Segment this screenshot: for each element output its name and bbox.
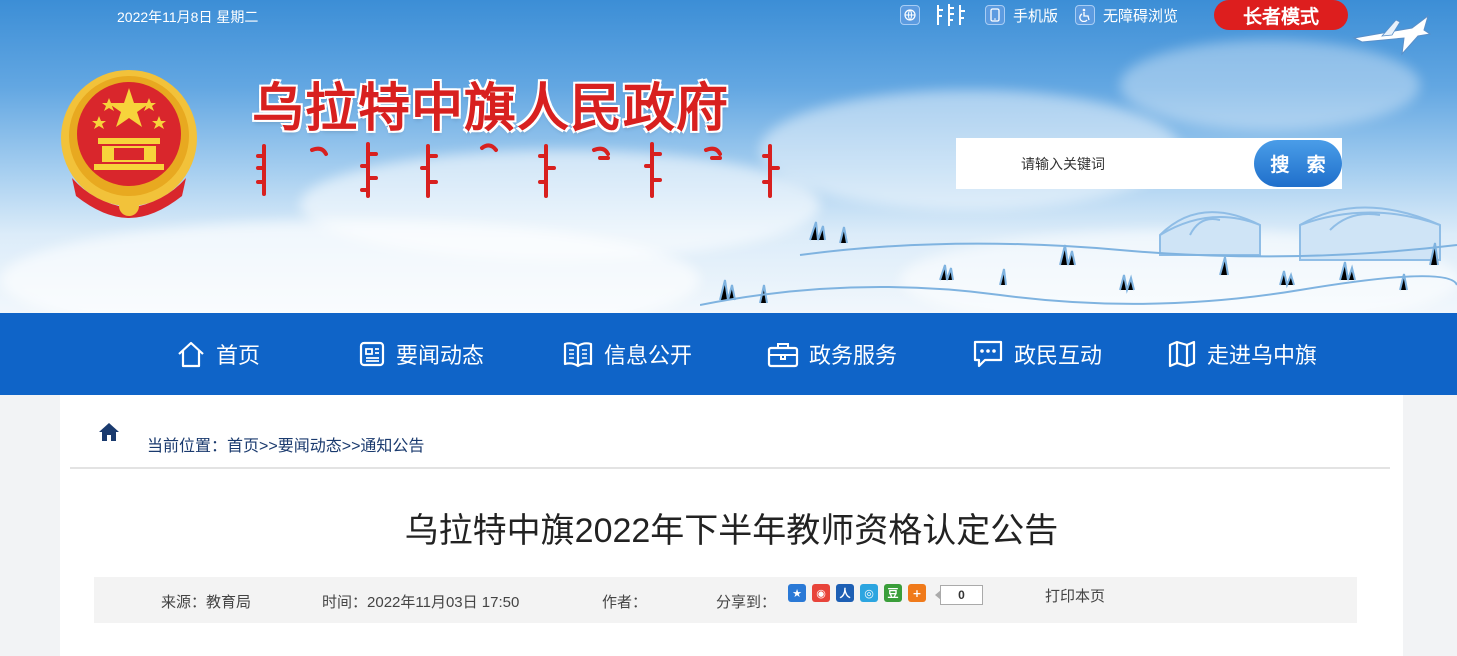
grassland-yurt-illustration [700, 206, 1457, 306]
print-page-link[interactable]: 打印本页 [1045, 585, 1105, 606]
breadcrumb-prefix: 当前位置： [147, 438, 228, 455]
author-label: 作者： [602, 594, 648, 611]
renren-share-icon[interactable]: 人 [836, 584, 854, 602]
breadcrumb-divider [70, 467, 1390, 469]
wheelchair-icon [1075, 5, 1095, 25]
nav-item-label: 政务服务 [809, 343, 898, 368]
breadcrumb-item-notices[interactable]: 通知公告 [360, 438, 424, 455]
time-value: 2022年11月03日 17:50 [367, 594, 520, 611]
time-label: 时间： [322, 594, 368, 611]
nav-item-interaction[interactable]: 政民互动 [972, 313, 1102, 395]
search-button[interactable]: 搜 索 [1254, 140, 1342, 187]
home-icon [178, 341, 204, 368]
douban-share-icon[interactable]: 豆 [884, 584, 902, 602]
article-title: 乌拉特中旗2022年下半年教师资格认定公告 [404, 512, 1059, 550]
elder-mode-button[interactable]: 长者模式 [1214, 0, 1348, 30]
book-icon [563, 342, 593, 368]
share-icons: ★ ◉ 人 ◎ 豆 + [788, 584, 926, 602]
main-nav: 首页 要闻动态 信息公开 政务服务 政民互动 走进乌中旗 [0, 313, 1457, 395]
article-container: 当前位置：首页>>要闻动态>>通知公告 乌拉特中旗2022年下半年教师资格认定公… [60, 395, 1403, 656]
qzone-share-icon[interactable]: ★ [788, 584, 806, 602]
mobile-phone-icon [985, 5, 1005, 25]
nav-item-news[interactable]: 要闻动态 [358, 313, 484, 395]
chat-icon [973, 340, 1003, 368]
accessibility-label: 无障碍浏览 [1103, 7, 1179, 25]
nav-item-label: 政民互动 [1014, 343, 1103, 368]
breadcrumb: 当前位置：首页>>要闻动态>>通知公告 [147, 432, 424, 456]
accessibility-link[interactable]: 无障碍浏览 [1075, 3, 1178, 27]
nav-item-label: 首页 [216, 343, 261, 368]
airplane-illustration [1352, 14, 1432, 56]
mobile-version-link[interactable]: 手机版 [985, 3, 1058, 27]
share-count: 0 [935, 585, 983, 605]
briefcase-icon [767, 343, 799, 368]
breadcrumb-item-news[interactable]: 要闻动态 [278, 438, 342, 455]
weibo-share-icon[interactable]: ◉ [812, 584, 830, 602]
header-banner: 2022年11月8日 星期二 手机版 无障碍浏览 长者模式 乌拉特中旗人民政府 … [0, 0, 1457, 313]
nav-item-label: 信息公开 [604, 343, 693, 368]
search-input[interactable] [956, 138, 1256, 189]
nav-item-about-county[interactable]: 走进乌中旗 [1167, 313, 1317, 395]
nav-item-info-disclosure[interactable]: 信息公开 [562, 313, 692, 395]
globe-link[interactable] [900, 3, 928, 27]
globe-icon [900, 5, 920, 25]
news-icon [359, 341, 385, 367]
tencent-weibo-share-icon[interactable]: ◎ [860, 584, 878, 602]
share-label: 分享到： [716, 594, 777, 611]
nav-item-home[interactable]: 首页 [176, 313, 260, 395]
search-box: 搜 索 [956, 138, 1342, 189]
article-source: 来源：教育局 [161, 591, 251, 612]
article-author: 作者： [602, 591, 647, 612]
more-share-icon[interactable]: + [908, 584, 926, 602]
breadcrumb-item-home[interactable]: 首页 [227, 438, 259, 455]
mongolian-site-title-logo [256, 142, 780, 198]
current-date: 2022年11月8日 星期二 [117, 9, 259, 25]
home-icon[interactable] [98, 422, 120, 442]
nav-item-gov-services[interactable]: 政务服务 [767, 313, 897, 395]
source-value: 教育局 [206, 594, 252, 611]
breadcrumb-separator: >> [259, 438, 278, 455]
article-meta-bar: 来源：教育局 时间：2022年11月03日 17:50 作者： 分享到： ★ ◉… [94, 577, 1357, 623]
map-icon [1168, 340, 1196, 368]
site-title: 乌拉特中旗人民政府 [252, 78, 730, 139]
nav-item-label: 走进乌中旗 [1207, 343, 1318, 368]
source-label: 来源： [161, 594, 207, 611]
mobile-version-label: 手机版 [1013, 7, 1059, 25]
article-time: 时间：2022年11月03日 17:50 [322, 591, 519, 612]
nav-item-label: 要闻动态 [396, 343, 485, 368]
mongolian-version-link[interactable] [934, 2, 968, 28]
national-emblem-logo [61, 70, 197, 218]
breadcrumb-separator: >> [341, 438, 361, 455]
